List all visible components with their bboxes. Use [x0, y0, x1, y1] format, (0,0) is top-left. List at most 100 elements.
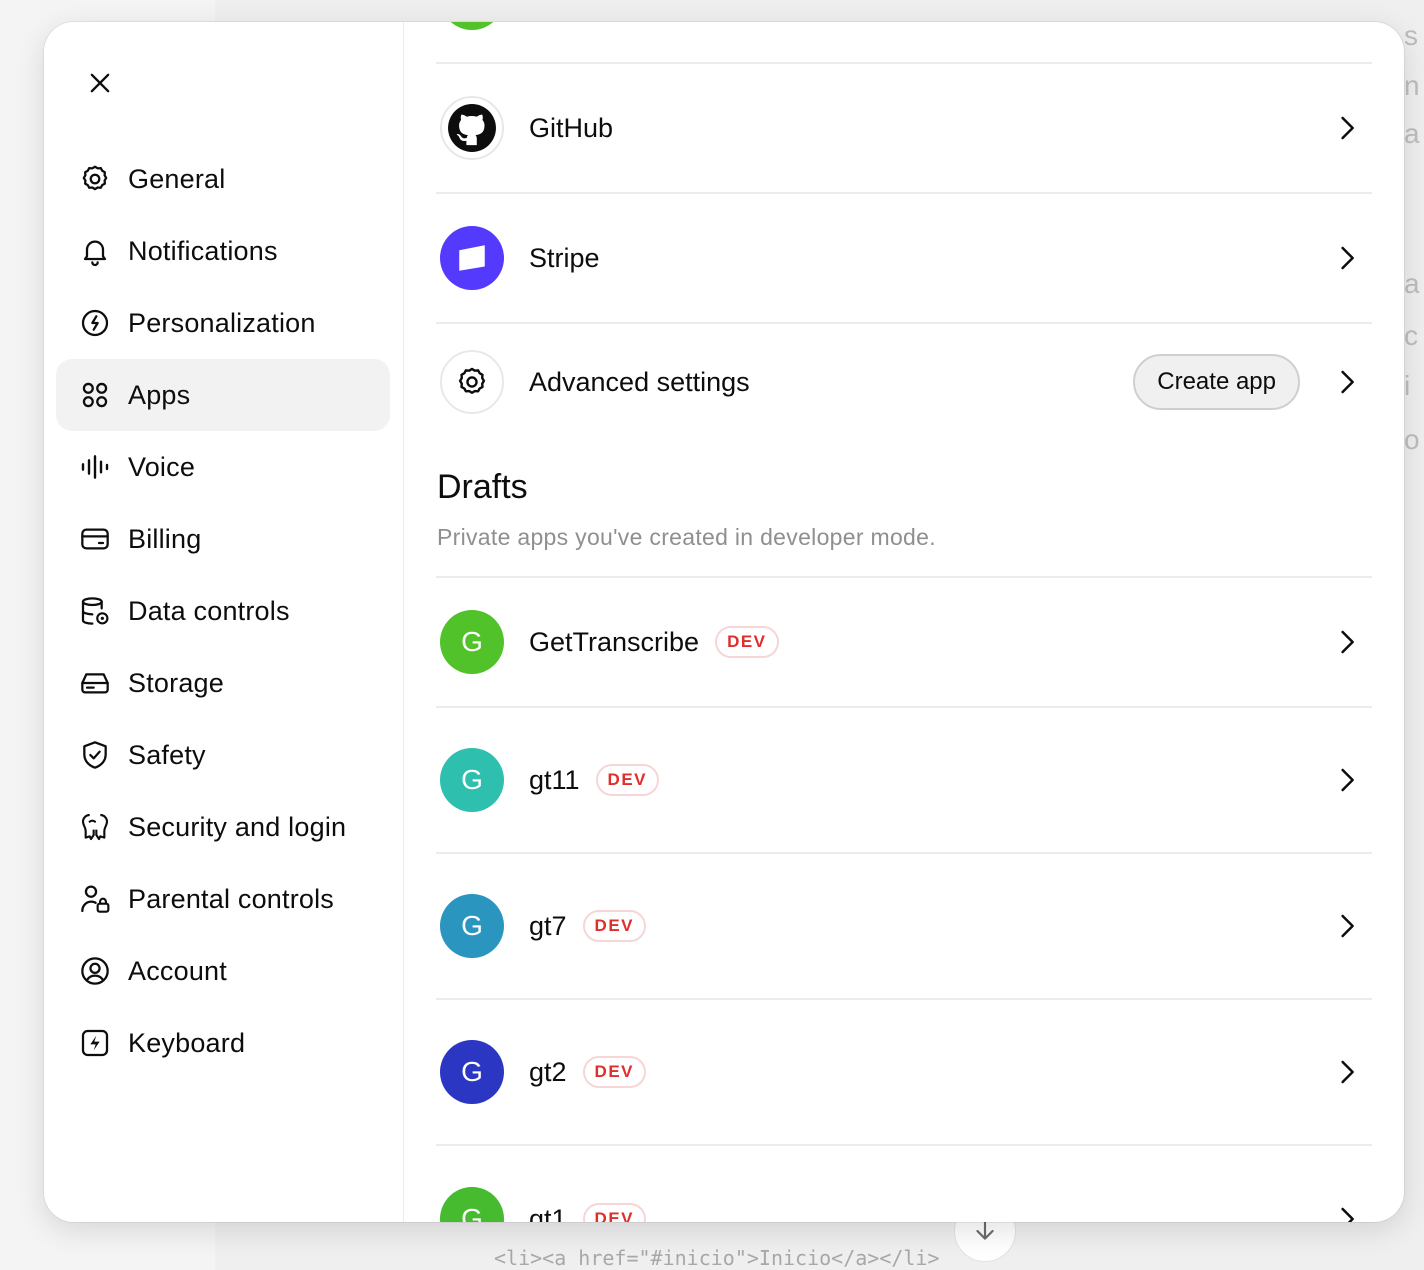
background-code-line: <li><a href="#inicio">Inicio</a></li> [494, 1246, 940, 1270]
app-row-github[interactable]: GitHub [436, 64, 1372, 194]
app-name: Stripe [529, 242, 600, 273]
github-icon [440, 96, 504, 160]
app-name: GitHub [529, 112, 614, 143]
avatar-letter: G [461, 1203, 483, 1222]
security-icon [78, 810, 112, 844]
draft-row-gt7[interactable]: G gt7 DEV [436, 854, 1372, 1000]
avatar-letter: G [461, 764, 483, 795]
sidebar-item-label: Apps [128, 379, 191, 410]
app-row-stripe[interactable]: Stripe [436, 194, 1372, 324]
sidebar-item-label: Storage [128, 667, 224, 698]
sidebar-item-security-and-login[interactable]: Security and login [56, 791, 390, 863]
sidebar-item-label: Voice [128, 451, 196, 482]
chevron-right-icon [1330, 909, 1364, 943]
app-name: GetTranscribe [529, 626, 700, 657]
chevron-right-icon [1330, 1055, 1364, 1089]
background-text-fragment: a [1404, 268, 1420, 299]
draft-row-gt2[interactable]: G gt2 DEV [436, 1000, 1372, 1146]
close-button[interactable] [80, 63, 120, 103]
chevron-right-icon [1330, 111, 1364, 145]
sidebar-item-label: Billing [128, 523, 202, 554]
draft-row-gettranscribe[interactable]: G GetTranscribe DEV [436, 578, 1372, 708]
avatar-letter: G [461, 910, 483, 941]
sidebar-item-notifications[interactable]: Notifications [56, 215, 390, 287]
advanced-settings-label: Advanced settings [529, 366, 750, 397]
avatar-letter: G [461, 626, 483, 657]
sidebar-item-safety[interactable]: Safety [56, 719, 390, 791]
sidebar-item-label: Parental controls [128, 883, 335, 914]
personalization-icon [78, 306, 112, 340]
app-avatar: G [440, 610, 504, 674]
sidebar-item-account[interactable]: Account [56, 935, 390, 1007]
chevron-right-icon [1330, 365, 1364, 399]
draft-row-gt11[interactable]: G gt11 DEV [436, 708, 1372, 854]
settings-nav: General Notifications Personalization Ap… [56, 143, 390, 1079]
app-name: gt2 [529, 1056, 567, 1087]
sidebar-item-label: General [128, 163, 226, 194]
drafts-subtitle: Private apps you've created in developer… [437, 524, 936, 550]
bell-icon [78, 234, 112, 268]
sidebar-item-label: Keyboard [128, 1027, 246, 1058]
sidebar-item-personalization[interactable]: Personalization [56, 287, 390, 359]
storage-drive-icon [78, 666, 112, 700]
sidebar-item-label: Personalization [128, 307, 316, 338]
settings-sidebar: General Notifications Personalization Ap… [44, 22, 404, 1222]
sidebar-item-label: Account [128, 955, 227, 986]
sidebar-item-label: Data controls [128, 595, 290, 626]
waveform-icon [78, 450, 112, 484]
dev-badge: DEV [715, 626, 779, 658]
background-text-fragment: a [1404, 118, 1420, 149]
avatar-letter: G [461, 1056, 483, 1087]
app-name: gt1 [529, 1203, 567, 1223]
dev-badge: DEV [595, 764, 660, 796]
app-avatar: G [440, 1187, 504, 1222]
app-avatar: G [440, 1040, 504, 1104]
app-avatar [440, 22, 504, 30]
apps-content: GitHub Stripe Advanced settings Create a… [436, 22, 1372, 1222]
draft-row-gt1[interactable]: G gt1 DEV [436, 1146, 1372, 1222]
sidebar-item-label: Notifications [128, 235, 278, 266]
sidebar-item-voice[interactable]: Voice [56, 431, 390, 503]
sidebar-item-general[interactable]: General [56, 143, 390, 215]
apps-grid-icon [78, 378, 112, 412]
chevron-right-icon [1330, 625, 1364, 659]
close-icon [90, 73, 110, 93]
sidebar-item-label: Security and login [128, 811, 347, 842]
sidebar-item-apps[interactable]: Apps [56, 359, 390, 431]
sidebar-item-billing[interactable]: Billing [56, 503, 390, 575]
settings-modal: General Notifications Personalization Ap… [44, 22, 1404, 1222]
dev-badge: DEV [582, 910, 647, 942]
background-text-fragment: o [1404, 424, 1420, 455]
sidebar-item-data-controls[interactable]: Data controls [56, 575, 390, 647]
background-text-fragment: s [1404, 20, 1418, 51]
app-name: gt7 [529, 910, 567, 941]
stripe-icon [440, 226, 504, 290]
sidebar-item-parental-controls[interactable]: Parental controls [56, 863, 390, 935]
chevron-right-icon [1330, 241, 1364, 275]
create-app-button[interactable]: Create app [1133, 354, 1300, 410]
chevron-right-icon [1330, 1202, 1364, 1222]
sidebar-item-storage[interactable]: Storage [56, 647, 390, 719]
gear-icon [78, 162, 112, 196]
keyboard-bolt-icon [78, 1026, 112, 1060]
dev-badge: DEV [582, 1056, 647, 1088]
app-name: gt11 [529, 764, 580, 795]
dev-badge: DEV [582, 1203, 647, 1222]
sidebar-item-keyboard[interactable]: Keyboard [56, 1007, 390, 1079]
background-text-fragment: i [1404, 370, 1411, 401]
background-text-fragment: n [1404, 70, 1420, 101]
drafts-title: Drafts [437, 468, 528, 506]
database-gear-icon [78, 594, 112, 628]
person-lock-icon [78, 882, 112, 916]
app-avatar: G [440, 748, 504, 812]
app-avatar: G [440, 894, 504, 958]
advanced-settings-row[interactable]: Advanced settings Create app [436, 324, 1372, 440]
app-row-partial[interactable] [436, 22, 1372, 64]
sidebar-item-label: Safety [128, 739, 206, 770]
account-circle-icon [78, 954, 112, 988]
chevron-right-icon [1330, 763, 1364, 797]
gear-icon [440, 350, 504, 414]
credit-card-icon [78, 522, 112, 556]
shield-check-icon [78, 738, 112, 772]
background-text-fragment: c [1404, 320, 1418, 351]
